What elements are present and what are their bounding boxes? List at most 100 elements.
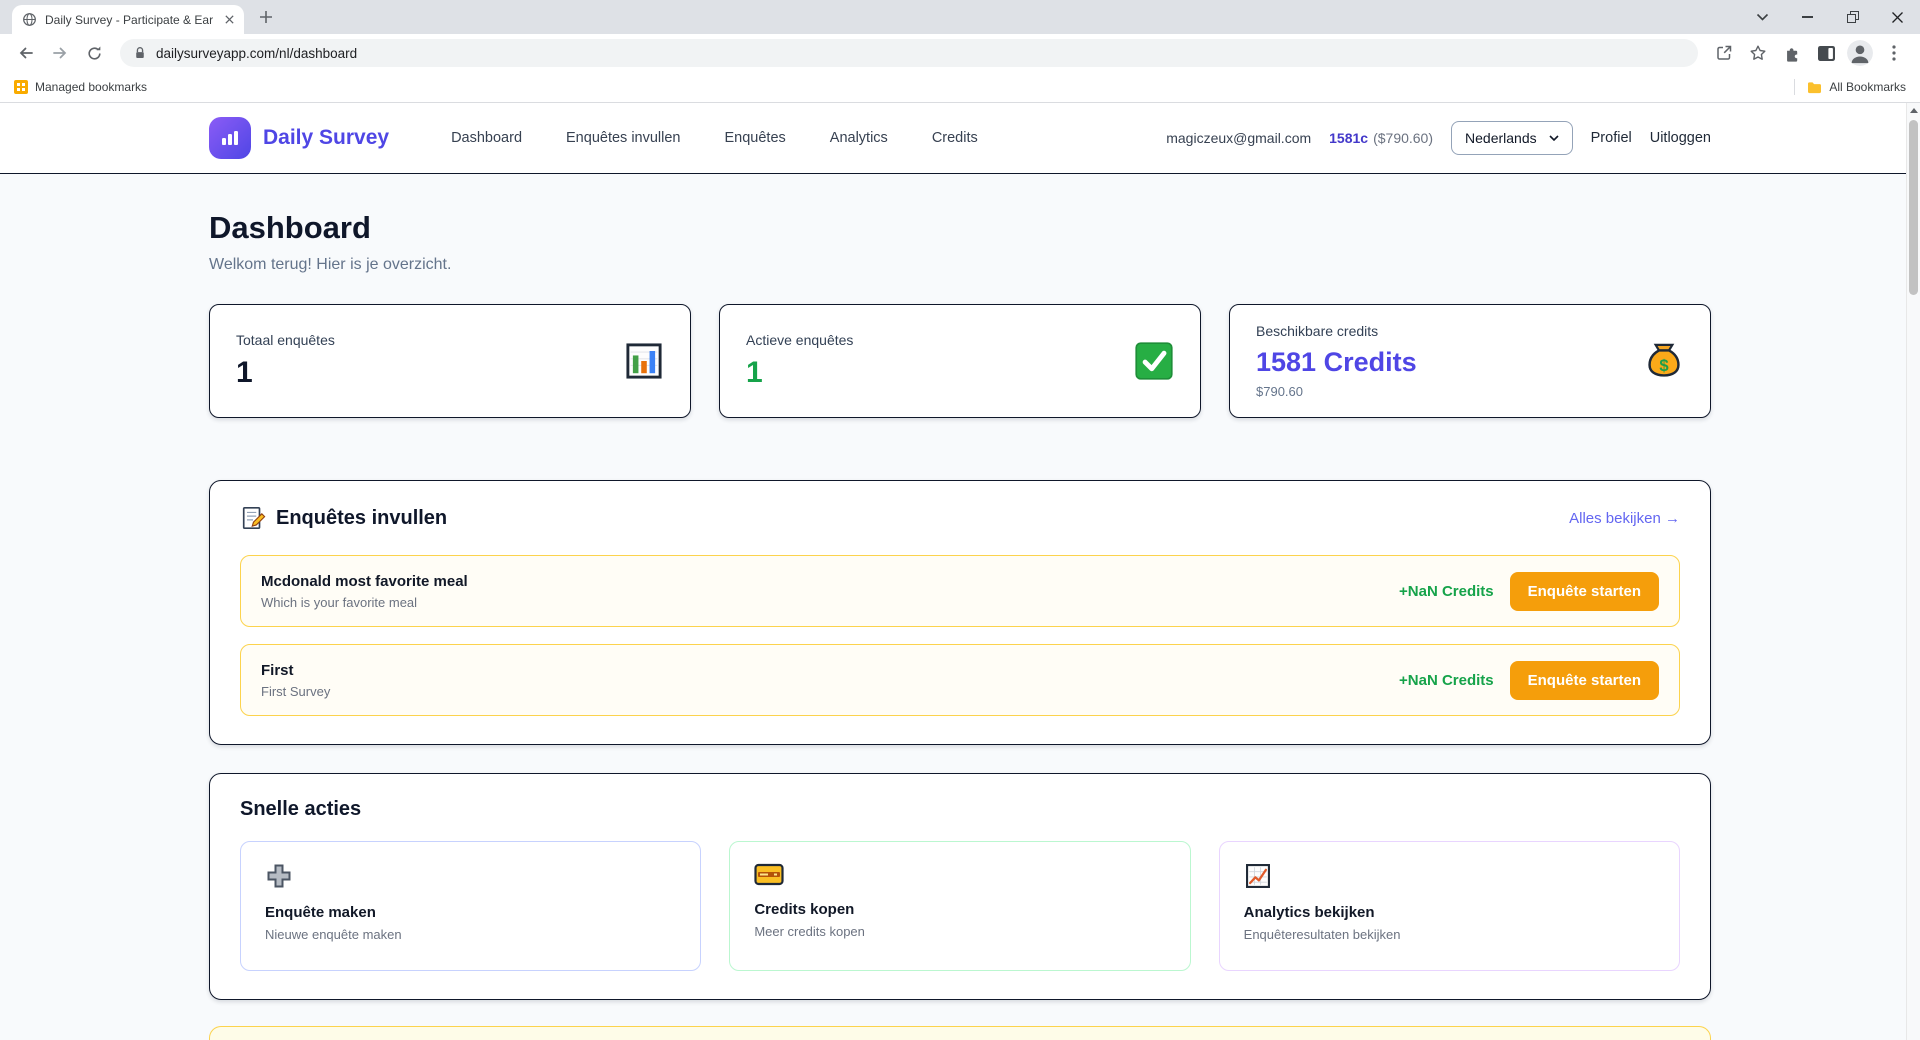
page-title: Dashboard <box>209 210 1711 246</box>
bookmarks-bar: Managed bookmarks All Bookmarks <box>0 72 1920 103</box>
surveys-section-title: Enquêtes invullen <box>276 507 447 530</box>
managed-bookmarks-label: Managed bookmarks <box>35 80 147 94</box>
reload-button[interactable] <box>78 37 110 69</box>
url-text[interactable]: dailysurveyapp.com/nl/dashboard <box>156 46 357 61</box>
survey-row: First First Survey +NaN Credits Enquête … <box>240 644 1680 716</box>
credit-card-icon <box>754 862 1165 887</box>
stat-value: 1 <box>746 356 853 390</box>
tab-title: Daily Survey - Participate & Earn <box>45 13 213 27</box>
nav-analytics[interactable]: Analytics <box>830 130 888 146</box>
back-button[interactable] <box>10 37 42 69</box>
app-header: Daily Survey Dashboard Enquêtes invullen… <box>0 103 1920 174</box>
screen: Daily Survey - Participate & Earn <box>0 0 1920 1040</box>
survey-title: Mcdonald most favorite meal <box>261 573 468 590</box>
all-bookmarks-folder-icon <box>1807 81 1822 94</box>
browser-menu-kebab-icon[interactable] <box>1878 37 1910 69</box>
browser-tab[interactable]: Daily Survey - Participate & Earn <box>12 5 244 34</box>
profile-link[interactable]: Profiel <box>1591 130 1632 146</box>
window-restore-button[interactable] <box>1830 0 1875 34</box>
page-body: Dashboard Welkom terug! Hier is je overz… <box>0 174 1920 1040</box>
brand-logo[interactable]: Daily Survey <box>209 117 389 159</box>
bar-chart-icon <box>624 341 664 381</box>
scrollbar-thumb[interactable] <box>1909 120 1918 295</box>
check-icon <box>1134 341 1174 381</box>
stat-card-active-surveys: Actieve enquêtes 1 <box>719 304 1201 418</box>
survey-subtitle: Which is your favorite meal <box>261 595 468 610</box>
quick-action-title: Analytics bekijken <box>1244 904 1655 921</box>
stat-label: Totaal enquêtes <box>236 332 335 348</box>
main-nav: Dashboard Enquêtes invullen Enquêtes Ana… <box>451 130 978 146</box>
nav-surveys-fill[interactable]: Enquêtes invullen <box>566 130 680 146</box>
logout-link[interactable]: Uitloggen <box>1650 130 1711 146</box>
quick-action-subtitle: Enquêteresultaten bekijken <box>1244 927 1655 942</box>
quick-action-subtitle: Nieuwe enquête maken <box>265 927 676 942</box>
nav-surveys[interactable]: Enquêtes <box>725 130 786 146</box>
new-tab-button[interactable] <box>252 3 280 31</box>
credits-amount: 1581c <box>1329 130 1368 146</box>
managed-bookmarks-folder-icon <box>14 80 28 94</box>
survey-reward: +NaN Credits <box>1399 672 1494 689</box>
user-email: magiczeux@gmail.com <box>1166 130 1311 146</box>
stat-label: Actieve enquêtes <box>746 332 853 348</box>
quick-action-view-analytics[interactable]: Analytics bekijken Enquêteresultaten bek… <box>1219 841 1680 971</box>
lock-icon[interactable] <box>134 46 146 60</box>
language-value: Nederlands <box>1465 130 1537 146</box>
nav-credits[interactable]: Credits <box>932 130 978 146</box>
scrollbar-up-button[interactable] <box>1907 103 1920 118</box>
share-icon[interactable] <box>1708 37 1740 69</box>
stat-card-total-surveys: Totaal enquêtes 1 <box>209 304 691 418</box>
credits-usd: ($790.60) <box>1373 130 1433 146</box>
stat-value: 1581 Credits <box>1256 347 1417 378</box>
profile-avatar[interactable] <box>1844 37 1876 69</box>
quick-action-buy-credits[interactable]: Credits kopen Meer credits kopen <box>729 841 1190 971</box>
address-bar[interactable]: dailysurveyapp.com/nl/dashboard <box>120 39 1698 67</box>
stat-value: 1 <box>236 356 335 390</box>
quick-action-title: Credits kopen <box>754 901 1165 918</box>
globe-favicon-icon <box>22 12 37 27</box>
survey-reward: +NaN Credits <box>1399 583 1494 600</box>
quick-actions-section: Snelle acties Enquête maken Nieuwe enquê… <box>209 773 1711 1000</box>
quick-action-subtitle: Meer credits kopen <box>754 924 1165 939</box>
survey-row: Mcdonald most favorite meal Which is you… <box>240 555 1680 627</box>
view-all-link[interactable]: Alles bekijken → <box>1569 510 1680 527</box>
survey-subtitle: First Survey <box>261 684 330 699</box>
window-close-button[interactable] <box>1875 0 1920 34</box>
window-controls <box>1740 0 1920 34</box>
side-panel-icon[interactable] <box>1810 37 1842 69</box>
scrollbar-track[interactable] <box>1906 103 1920 1040</box>
header-credits: 1581c ($790.60) <box>1329 130 1433 146</box>
managed-bookmarks[interactable]: Managed bookmarks <box>14 80 147 94</box>
stat-sub-value: $790.60 <box>1256 384 1417 399</box>
quick-action-create-survey[interactable]: Enquête maken Nieuwe enquête maken <box>240 841 701 971</box>
browser-tab-strip: Daily Survey - Participate & Earn <box>0 0 1920 34</box>
all-bookmarks-label: All Bookmarks <box>1829 80 1906 94</box>
tab-search-chevron-icon[interactable] <box>1740 0 1785 34</box>
brand-logo-icon <box>209 117 251 159</box>
bookmark-star-icon[interactable] <box>1742 37 1774 69</box>
browser-toolbar: dailysurveyapp.com/nl/dashboard <box>0 34 1920 72</box>
bookmarks-separator <box>1794 79 1795 95</box>
brand-name: Daily Survey <box>263 126 389 150</box>
plus-icon <box>265 862 676 890</box>
stat-label: Beschikbare credits <box>1256 323 1417 339</box>
start-survey-button[interactable]: Enquête starten <box>1510 661 1659 700</box>
survey-title: First <box>261 662 330 679</box>
memo-icon <box>240 505 266 531</box>
partial-info-card <box>209 1026 1711 1040</box>
extensions-puzzle-icon[interactable] <box>1776 37 1808 69</box>
all-bookmarks[interactable]: All Bookmarks <box>1807 80 1906 94</box>
stats-row: Totaal enquêtes 1 Actieve enquêtes 1 <box>209 304 1711 418</box>
forward-button[interactable] <box>44 37 76 69</box>
chevron-down-icon <box>1549 135 1559 141</box>
page-subtitle: Welkom terug! Hier is je overzicht. <box>209 256 1711 274</box>
nav-dashboard[interactable]: Dashboard <box>451 130 522 146</box>
tab-close-icon[interactable] <box>221 11 238 28</box>
quick-action-title: Enquête maken <box>265 904 676 921</box>
money-bag-icon: $ <box>1644 341 1684 381</box>
window-minimize-button[interactable] <box>1785 0 1830 34</box>
language-select[interactable]: Nederlands <box>1451 121 1573 155</box>
surveys-section: Enquêtes invullen Alles bekijken → Mcdon… <box>209 480 1711 745</box>
chart-up-icon <box>1244 862 1655 890</box>
start-survey-button[interactable]: Enquête starten <box>1510 572 1659 611</box>
quick-actions-title: Snelle acties <box>240 798 1680 821</box>
